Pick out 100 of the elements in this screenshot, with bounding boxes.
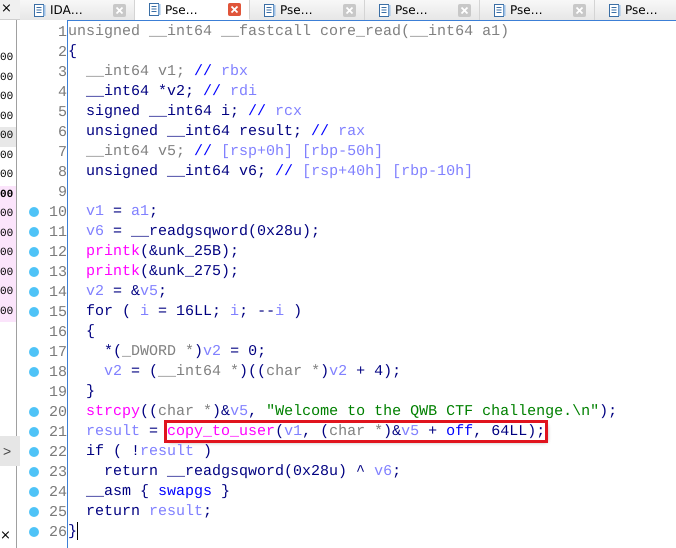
close-icon[interactable] [113,4,126,16]
breakpoint-dot[interactable] [29,287,39,297]
line-number: 10 [48,204,67,220]
address-row: 00 [0,264,16,283]
code-line: return __readgsqword(0x28u) ^ v6; [103,462,402,482]
breakpoint-dot[interactable] [29,267,39,277]
address-row-text: 00 [0,168,14,183]
code-line: v2 = &v5; [85,282,168,302]
address-row-text: 00 [0,51,14,66]
line-number: 13 [48,264,67,280]
line-number: 6 [56,124,67,140]
address-row-text: 00 [0,90,14,105]
code-line: unsigned __int64 result; // rax [85,122,366,142]
code-line: result = copy_to_user(v1, (char *)&v5 + off, 64LL); [68,422,546,442]
address-row-text: 00 [0,70,14,86]
code-line: strcpy((char *)&v5, "Welcome to the QWB CTF challenge.\n"); [85,402,618,422]
code-line: __asm { swapgs } [85,482,230,502]
breakpoint-dot[interactable] [29,527,39,537]
document-icon [494,4,506,16]
line-number: 17 [48,344,67,360]
line-number: 7 [56,144,67,160]
code-line: return result; [85,502,212,522]
address-row: 00 [0,224,16,244]
document-icon [609,4,621,16]
breakpoint-dot[interactable] [29,367,39,377]
code-line: for ( i = 16LL; i; --i ) [85,302,302,322]
close-icon[interactable] [573,4,586,16]
breakpoint-dot[interactable] [29,407,39,417]
code-line: __int64 *v2; // rdi [85,82,258,102]
code-editor[interactable] [67,20,676,548]
line-number: 25 [48,504,67,520]
code-line: { [85,322,96,342]
code-line: { [68,42,78,62]
code-line: v1 = a1; [85,202,158,222]
line-number: 12 [48,244,67,260]
breakpoint-dot[interactable] [29,247,39,257]
editor-tab[interactable]: IDA… [20,0,135,20]
close-icon[interactable] [458,4,471,16]
line-number: 18 [48,364,67,380]
expand-button[interactable]: > [0,436,20,466]
editor-tab[interactable]: Pse… [250,0,365,20]
line-number: 11 [48,224,67,240]
breakpoint-dot[interactable] [29,427,39,437]
document-icon [34,4,46,16]
close-glyph[interactable]: × [0,0,20,19]
code-line: v2 = (__int64 *)((char *)v2 + 4); [103,362,402,382]
line-number: 9 [56,184,67,200]
code-line: if ( !result ) [85,442,212,462]
line-number: 21 [48,424,67,440]
line-number: 14 [48,284,67,300]
code-line: printk(&unk_275); [85,262,240,282]
line-number: 26 [48,524,67,540]
code-line: *(_DWORD *)v2 = 0; [103,342,266,362]
editor-tab[interactable]: Pse… [135,0,250,20]
line-number: 8 [56,164,67,180]
address-row: 00 [0,244,16,264]
line-number: 16 [48,324,67,340]
code-line: __int64 v5; // [rsp+0h] [rbp-50h] [85,142,384,162]
address-row: 00 [0,283,16,302]
breakpoint-dot[interactable] [29,447,39,457]
breakpoint-dot[interactable] [29,307,39,317]
code-line: } [68,522,78,542]
breakpoint-dot[interactable] [29,347,39,357]
document-icon [379,4,391,16]
line-number: 24 [48,484,67,500]
document-icon [149,3,161,16]
line-number: 2 [56,44,67,60]
line-number: 22 [48,444,67,460]
breakpoint-dot[interactable] [29,507,39,517]
code-line: signed __int64 i; // rcx [85,102,302,122]
close-glyph[interactable]: × [0,528,16,548]
address-row: 00 [0,186,16,205]
code-line: } [85,382,96,402]
address-row: 00 [0,302,16,322]
address-row: 00 [0,127,16,146]
code-line: v6 = __readgsqword(0x28u); [85,222,320,242]
line-number: 19 [48,384,67,400]
code-line: unsigned __int64 v6; // [rsp+40h] [rbp-10h] [85,162,474,182]
editor-tab[interactable]: Pse… [365,0,480,20]
breakpoint-dot[interactable] [29,467,39,477]
address-row-text: 00 [0,110,14,124]
line-number: 15 [48,304,67,320]
breakpoint-dot[interactable] [29,207,39,217]
address-row: 00 [0,205,16,224]
line-number: 5 [56,104,67,120]
address-row-text: 00 [0,148,14,164]
breakpoint-dot[interactable] [29,227,39,237]
line-number: 4 [56,84,67,100]
document-icon [264,4,276,16]
code-line: unsigned __int64 __fastcall core_read(__int64 a1) [68,22,510,42]
editor-tab[interactable]: Pse… [595,0,676,20]
line-number: 23 [48,464,67,480]
close-icon[interactable] [228,3,241,16]
line-number: 20 [48,404,67,420]
editor-tab[interactable]: Pse… [480,0,595,20]
code-line: printk(&unk_25B); [85,242,240,262]
line-number: 1 [56,24,67,40]
close-icon[interactable] [343,4,356,16]
line-number: 3 [56,64,67,80]
breakpoint-dot[interactable] [29,487,39,497]
